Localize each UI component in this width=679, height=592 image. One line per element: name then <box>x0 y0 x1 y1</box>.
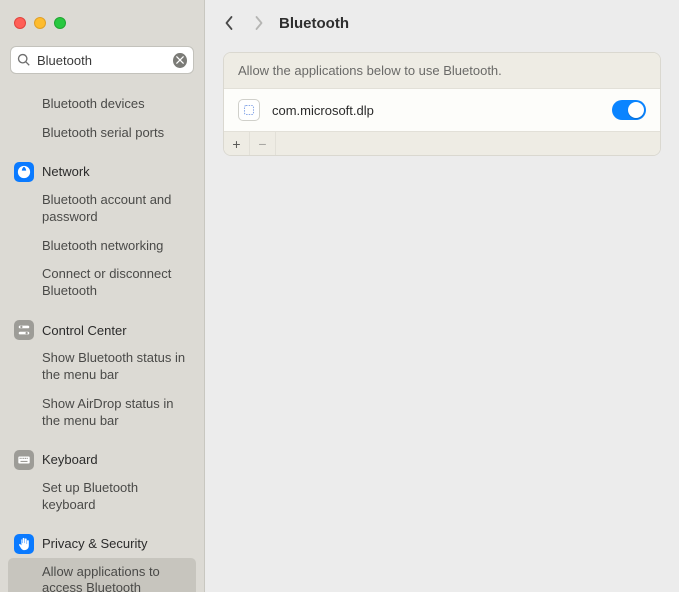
forward-button[interactable] <box>253 17 265 29</box>
sidebar-section-title: Keyboard <box>42 452 98 467</box>
sidebar-header-privacy[interactable]: Privacy & Security <box>8 530 196 558</box>
window-titlebar <box>0 0 204 46</box>
nav-arrows <box>223 17 265 29</box>
sidebar-item-show-bt-status[interactable]: Show Bluetooth status in the menu bar <box>8 344 196 390</box>
content-header: Bluetooth <box>205 0 679 46</box>
sidebar-section-keyboard: Keyboard Set up Bluetooth keyboard <box>8 446 196 520</box>
back-button[interactable] <box>223 17 235 29</box>
sidebar-item-show-airdrop-status[interactable]: Show AirDrop status in the menu bar <box>8 390 196 436</box>
sidebar-header-network[interactable]: Network <box>8 158 196 186</box>
panel-caption: Allow the applications below to use Blue… <box>224 53 660 89</box>
sidebar-item-bt-networking[interactable]: Bluetooth networking <box>8 232 196 261</box>
sidebar-group-search-top: Bluetooth devices Bluetooth serial ports <box>8 90 196 148</box>
sidebar-item-bluetooth-devices[interactable]: Bluetooth devices <box>8 90 196 119</box>
add-app-button[interactable]: + <box>224 132 250 156</box>
search-container <box>0 46 204 84</box>
sidebar-section-title: Control Center <box>42 323 127 338</box>
app-toggle[interactable] <box>612 100 646 120</box>
bluetooth-apps-panel: Allow the applications below to use Blue… <box>223 52 661 156</box>
zoom-window-button[interactable] <box>54 17 66 29</box>
sidebar-item-setup-bt-keyboard[interactable]: Set up Bluetooth keyboard <box>8 474 196 520</box>
sidebar-section-title: Network <box>42 164 90 179</box>
globe-icon <box>14 162 34 182</box>
sidebar-header-control-center[interactable]: Control Center <box>8 316 196 344</box>
chevron-right-icon <box>254 15 264 31</box>
clear-search-button[interactable] <box>173 53 187 68</box>
minimize-window-button[interactable] <box>34 17 46 29</box>
search-input[interactable] <box>37 53 173 68</box>
keyboard-icon <box>14 450 34 470</box>
traffic-lights <box>14 17 66 29</box>
content-body: Allow the applications below to use Blue… <box>205 46 679 162</box>
sidebar-item-connect-disconnect-bt[interactable]: Connect or disconnect Bluetooth <box>8 260 196 306</box>
hand-icon <box>14 534 34 554</box>
app-icon <box>238 99 260 121</box>
chevron-left-icon <box>224 15 234 31</box>
search-icon <box>17 53 31 67</box>
sidebar-header-keyboard[interactable]: Keyboard <box>8 446 196 474</box>
sidebar-item-allow-apps-bluetooth[interactable]: Allow applications to access Bluetooth <box>8 558 196 592</box>
system-settings-window: Bluetooth devices Bluetooth serial ports… <box>0 0 679 592</box>
panel-footer: + − <box>224 131 660 155</box>
page-title: Bluetooth <box>279 15 349 32</box>
sidebar-item-bluetooth-serial-ports[interactable]: Bluetooth serial ports <box>8 119 196 148</box>
sidebar-section-privacy: Privacy & Security Allow applications to… <box>8 530 196 592</box>
sidebar-tree: Bluetooth devices Bluetooth serial ports… <box>0 84 204 592</box>
remove-app-button[interactable]: − <box>250 132 276 156</box>
sliders-icon <box>14 320 34 340</box>
toggle-knob <box>628 102 644 118</box>
search-field[interactable] <box>10 46 194 74</box>
content-pane: Bluetooth Allow the applications below t… <box>205 0 679 592</box>
sidebar-section-title: Privacy & Security <box>42 536 147 551</box>
sidebar: Bluetooth devices Bluetooth serial ports… <box>0 0 205 592</box>
close-window-button[interactable] <box>14 17 26 29</box>
app-name-label: com.microsoft.dlp <box>272 103 600 118</box>
sidebar-item-bt-account-password[interactable]: Bluetooth account and password <box>8 186 196 232</box>
sidebar-section-control-center: Control Center Show Bluetooth status in … <box>8 316 196 436</box>
app-row: com.microsoft.dlp <box>224 89 660 131</box>
sidebar-section-network: Network Bluetooth account and password B… <box>8 158 196 306</box>
close-icon <box>176 56 184 64</box>
